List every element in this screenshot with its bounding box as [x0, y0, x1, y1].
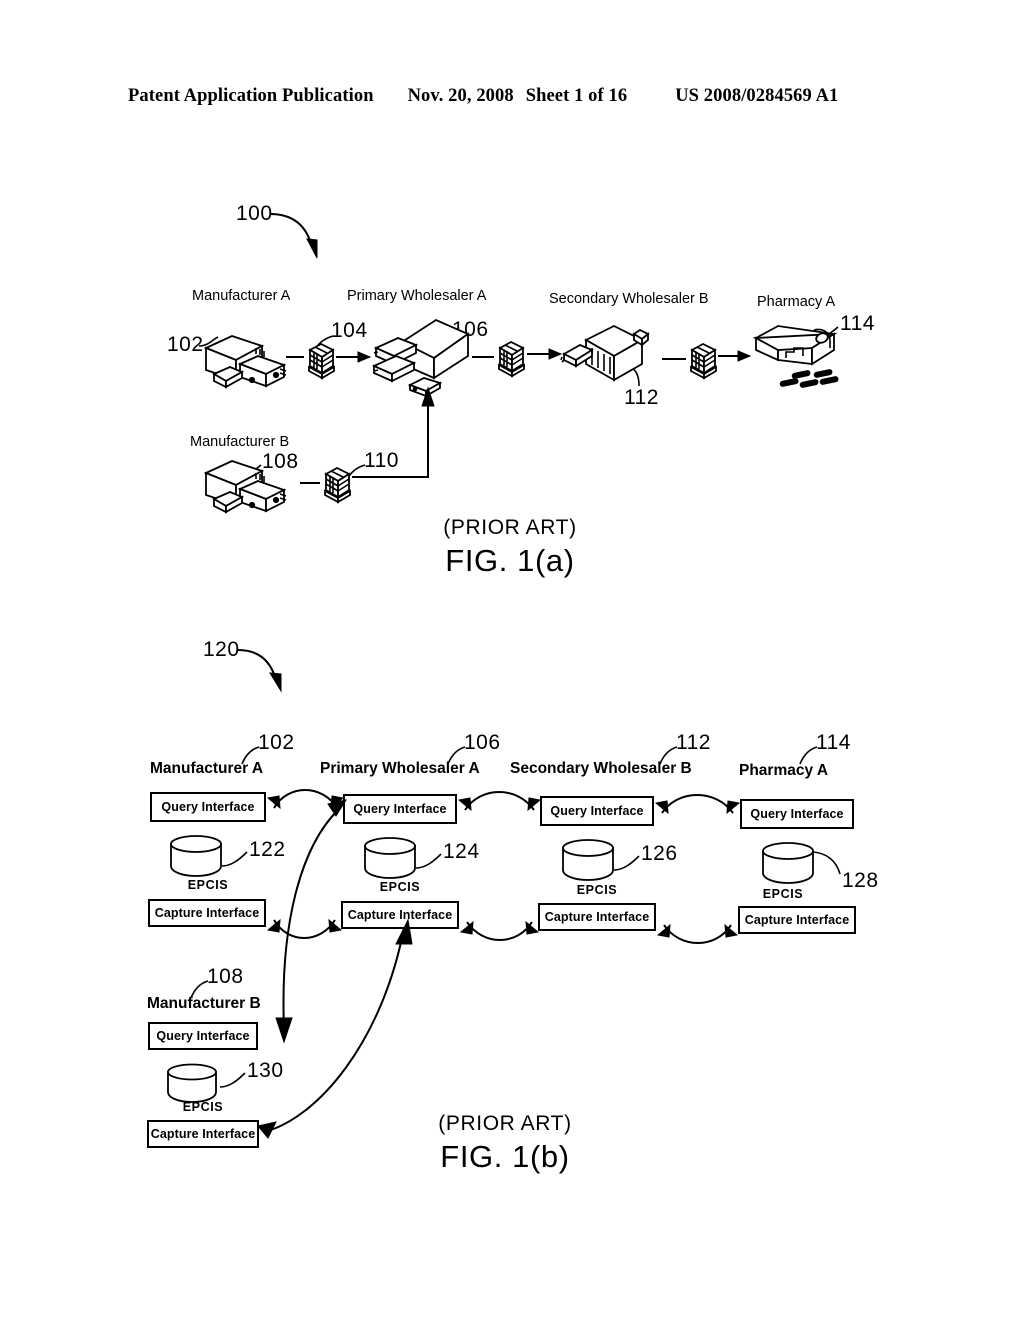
fig1b-column-label-manufacturer-b: Manufacturer B: [147, 995, 261, 1012]
fig1b-column-label-primary-wholesaler-a: Primary Wholesaler A: [320, 760, 480, 777]
fig1b-column-label-secondary-wholesaler-b: Secondary Wholesaler B: [510, 760, 692, 777]
figure-1b-reference-arrow: [237, 649, 282, 693]
query-interface-box[interactable]: Query Interface: [740, 799, 854, 829]
fig1b-column-label-pharmacy-a: Pharmacy A: [739, 762, 829, 779]
figure-1b-caption: (PRIOR ART) FIG. 1(b): [390, 1112, 620, 1175]
capture-interface-box[interactable]: Capture Interface: [147, 1120, 259, 1148]
capture-interface-box[interactable]: Capture Interface: [148, 899, 266, 927]
figure-1b-prior-art-label: (PRIOR ART): [438, 1112, 572, 1135]
fig1b-lead-line-126: [613, 855, 640, 871]
fig1b-query-link-arrow: [457, 791, 542, 812]
fig1b-manufacturer-b-to-primary-capture-arrow: [257, 918, 413, 1139]
epcis-label: EPCIS: [187, 878, 229, 892]
fig1b-lead-124: 124: [443, 840, 480, 863]
query-interface-box[interactable]: Query Interface: [150, 792, 266, 822]
epcis-database-cylinder-icon: [562, 839, 614, 881]
fig1b-lead-128: 128: [842, 869, 879, 892]
fig1b-capture-link-arrow: [656, 923, 739, 944]
fig1b-lead-line-128: [812, 851, 841, 875]
epcis-database-cylinder-icon: [167, 1063, 217, 1103]
capture-interface-box[interactable]: Capture Interface: [738, 906, 856, 934]
fig1b-lead-126: 126: [641, 842, 678, 865]
fig1b-capture-link-arrow: [459, 920, 540, 941]
fig1b-query-link-arrow: [654, 794, 741, 815]
fig1b-column-label-manufacturer-a: Manufacturer A: [150, 760, 264, 777]
fig1b-lead-line-122: [221, 851, 248, 867]
query-interface-box[interactable]: Query Interface: [148, 1022, 258, 1050]
epcis-label: EPCIS: [762, 887, 804, 901]
figure-1b-number: FIG. 1(b): [440, 1139, 570, 1174]
fig1b-lead-line-124: [415, 853, 442, 869]
epcis-label: EPCIS: [576, 883, 618, 897]
fig1b-lead-line-130: [219, 1072, 246, 1088]
figure-1b: 120 102 106 112 114 Manufacturer A Prima…: [0, 0, 1024, 1320]
epcis-database-cylinder-icon: [170, 835, 222, 877]
figure-1b-reference-number: 120: [203, 638, 240, 661]
query-interface-box[interactable]: Query Interface: [540, 796, 654, 826]
capture-interface-box[interactable]: Capture Interface: [538, 903, 656, 931]
epcis-label: EPCIS: [182, 1100, 224, 1114]
epcis-database-cylinder-icon: [762, 842, 814, 884]
